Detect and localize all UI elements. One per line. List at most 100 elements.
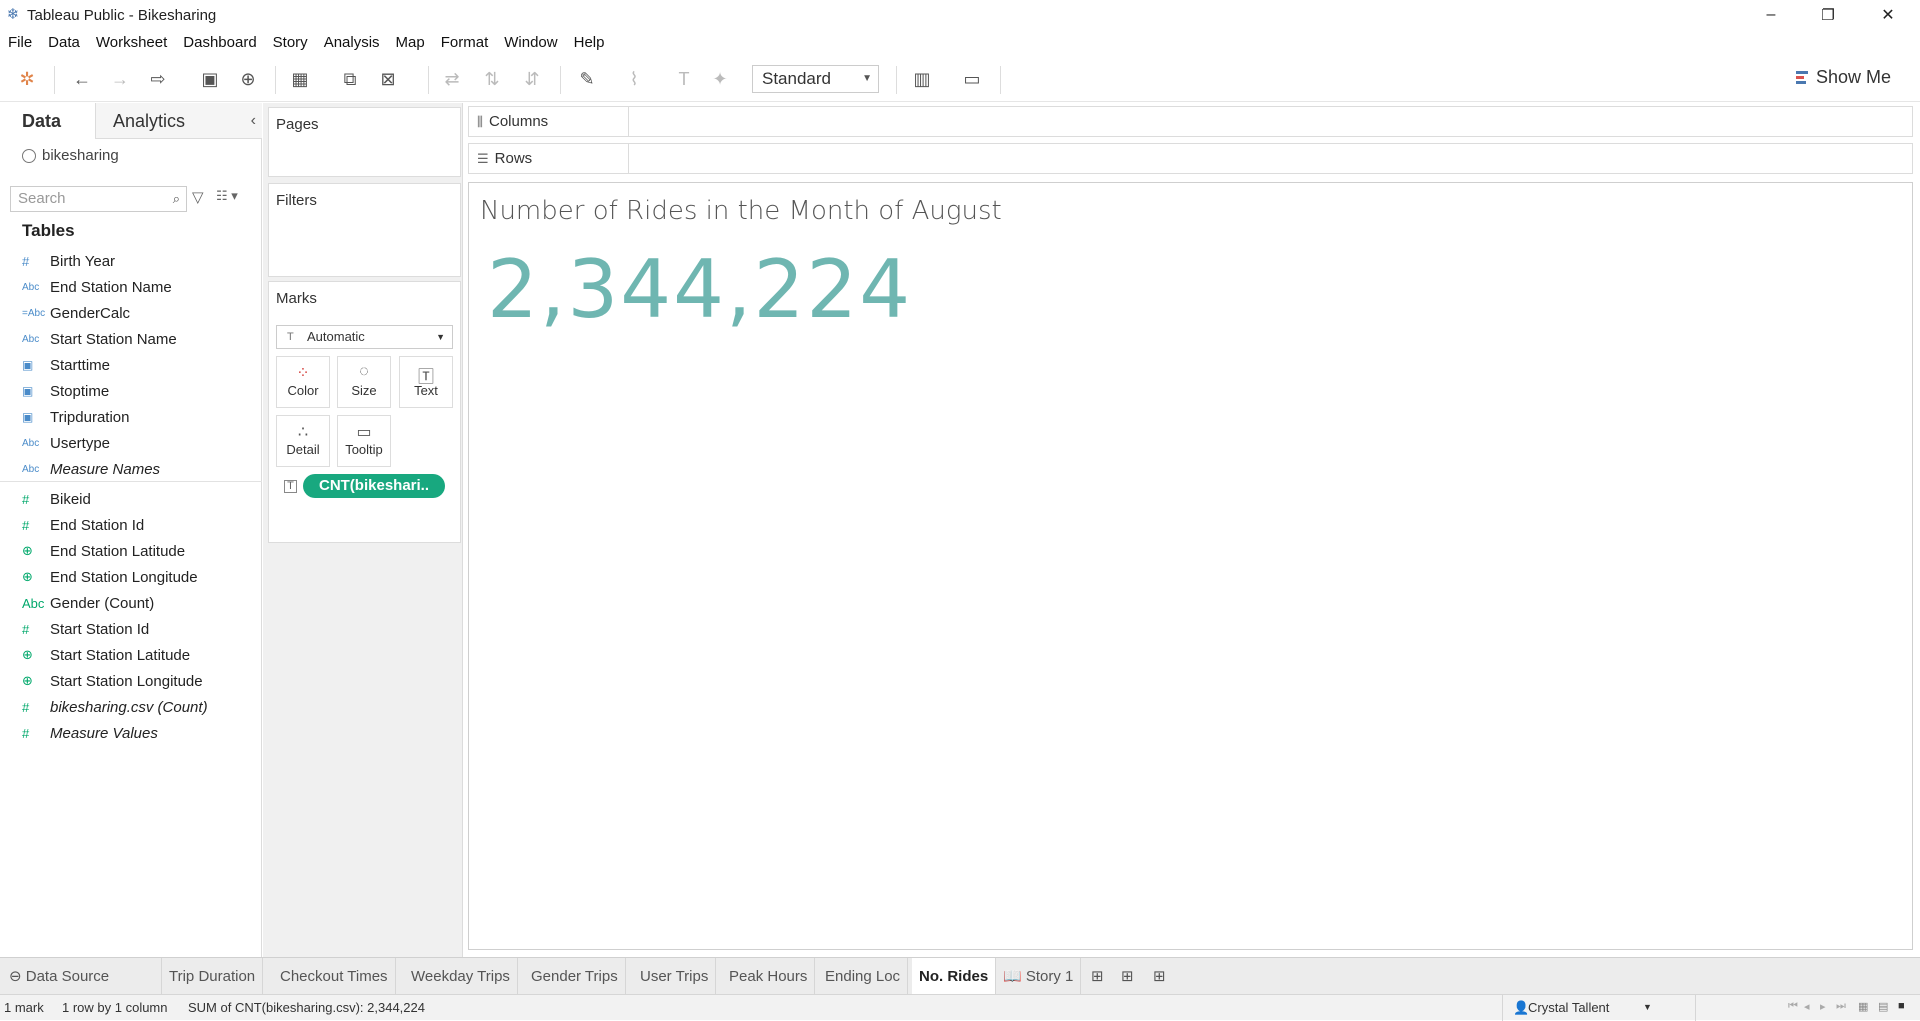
size-button[interactable]: ◌ Size (337, 356, 391, 408)
menu-bar: File Data Worksheet Dashboard Story Anal… (0, 30, 1920, 54)
menu-data[interactable]: Data (48, 34, 80, 51)
first-sheet-icon[interactable]: ⏮ (1788, 1000, 1798, 1013)
tab-checkout-times[interactable]: Checkout Times (273, 958, 396, 995)
field-item[interactable]: Abc Measure Names (0, 457, 262, 481)
user-menu[interactable]: 👤 Crystal Tallent ▼ (1502, 995, 1696, 1021)
tooltip-button[interactable]: ▭ Tooltip (337, 415, 391, 467)
big-number-text[interactable]: 2,344,224 (487, 243, 912, 336)
last-sheet-icon[interactable]: ⏭ (1836, 1000, 1846, 1013)
sort-ascending-icon[interactable]: ⇅ (480, 67, 504, 91)
field-label: Measure Names (50, 460, 161, 478)
fit-dropdown[interactable]: Standard ▼ (752, 65, 879, 93)
status-dimensions: 1 row by 1 column (62, 1000, 168, 1015)
next-sheet-icon[interactable]: ▸ (1820, 1000, 1826, 1013)
collapse-pane-icon[interactable]: ‹ (251, 103, 256, 139)
redo-icon[interactable]: → (108, 67, 132, 91)
show-cards-icon[interactable]: ▥ (910, 67, 934, 91)
detail-button[interactable]: ∴ Detail (276, 415, 330, 467)
new-worksheet-tab-icon[interactable]: ⊞ (1084, 958, 1111, 995)
menu-worksheet[interactable]: Worksheet (96, 34, 167, 51)
tab-story-1[interactable]: 📖 Story 1 (996, 958, 1082, 995)
worksheet-view[interactable]: Number of Rides in the Month of August 2… (468, 182, 1913, 950)
menu-story[interactable]: Story (273, 34, 308, 51)
prev-sheet-icon[interactable]: ◂ (1804, 1000, 1810, 1013)
group-icon[interactable]: ⌇ (622, 67, 646, 91)
field-item[interactable]: Abc End Station Name (0, 275, 262, 299)
tab-weekday-trips[interactable]: Weekday Trips (404, 958, 518, 995)
columns-shelf[interactable]: ⫼ Columns (468, 106, 1913, 137)
field-item[interactable]: ⊕ Start Station Longitude (0, 669, 262, 693)
menu-format[interactable]: Format (441, 34, 489, 51)
field-item[interactable]: # Bikeid (0, 487, 262, 511)
tab-data-source[interactable]: ⊖ Data Source (2, 958, 162, 995)
tab-gender-trips[interactable]: Gender Trips (524, 958, 626, 995)
new-data-source-icon[interactable]: ⊕ (236, 67, 260, 91)
filters-card[interactable]: Filters (268, 183, 461, 277)
tab-ending-loc[interactable]: Ending Loc (818, 958, 909, 995)
swap-rows-columns-icon[interactable]: ⇄ (440, 67, 464, 91)
new-story-tab-icon[interactable]: ⊞ (1146, 958, 1173, 995)
tab-analytics[interactable]: Analytics ‹ (96, 103, 262, 138)
field-item[interactable]: Abc Usertype (0, 431, 262, 455)
menu-dashboard[interactable]: Dashboard (183, 34, 256, 51)
field-item[interactable]: ⊕ End Station Longitude (0, 565, 262, 589)
field-label: Start Station Id (50, 620, 150, 638)
close-button[interactable]: ✕ (1860, 0, 1916, 30)
field-item[interactable]: ▣ Tripduration (0, 405, 262, 429)
undo-icon[interactable]: ← (70, 67, 94, 91)
cnt-pill[interactable]: CNT(bikeshari.. (303, 474, 445, 498)
search-input[interactable]: Search ⌕ (10, 186, 187, 212)
clear-sheet-icon[interactable]: ⊠ (376, 67, 400, 91)
field-item[interactable]: ▣ Starttime (0, 353, 262, 377)
highlight-icon[interactable]: ✎ (575, 67, 599, 91)
number-type-icon: # (22, 517, 30, 533)
menu-analysis[interactable]: Analysis (324, 34, 380, 51)
menu-help[interactable]: Help (574, 34, 605, 51)
save-icon[interactable]: ▣ (198, 67, 222, 91)
menu-file[interactable]: File (8, 34, 32, 51)
rows-shelf[interactable]: ☰ Rows (468, 143, 1913, 174)
color-button[interactable]: ⁘ Color (276, 356, 330, 408)
duplicate-sheet-icon[interactable]: ⧉ (338, 67, 362, 91)
restore-button[interactable]: ❐ (1800, 0, 1856, 30)
filter-icon[interactable]: ▽ (192, 188, 204, 206)
tab-peak-hours[interactable]: Peak Hours (722, 958, 816, 995)
field-item[interactable]: Abc Start Station Name (0, 327, 262, 351)
tableau-home-icon[interactable]: ✲ (15, 67, 39, 91)
mark-type-dropdown[interactable]: T Automatic ▼ (276, 325, 453, 349)
field-item[interactable]: # End Station Id (0, 513, 262, 537)
field-item[interactable]: ⊕ Start Station Latitude (0, 643, 262, 667)
sort-descending-icon[interactable]: ⇵ (520, 67, 544, 91)
field-item[interactable]: # bikesharing.csv (Count) (0, 695, 262, 719)
field-item[interactable]: ⊕ End Station Latitude (0, 539, 262, 563)
filmstrip-icon[interactable]: ▤ (1878, 1000, 1888, 1013)
tab-no-rides[interactable]: No. Rides (912, 958, 997, 995)
tab-data[interactable]: Data (0, 103, 96, 139)
field-item[interactable]: # Start Station Id (0, 617, 262, 641)
field-item[interactable]: # Birth Year (0, 249, 262, 273)
sheet-sorter-icon[interactable]: ▦ (1858, 1000, 1868, 1013)
menu-window[interactable]: Window (504, 34, 557, 51)
field-item[interactable]: # Measure Values (0, 721, 262, 745)
show-labels-icon[interactable]: T (672, 67, 696, 91)
tab-user-trips[interactable]: User Trips (633, 958, 717, 995)
field-item[interactable]: Abc Gender (Count) (0, 591, 262, 615)
tabs-view-icon[interactable]: ■ (1898, 1000, 1905, 1012)
view-options-icon[interactable]: ☷ ▾ (216, 188, 238, 204)
field-item[interactable]: ▣ Stoptime (0, 379, 262, 403)
field-item[interactable]: =Abc GenderCalc (0, 301, 262, 325)
new-dashboard-tab-icon[interactable]: ⊞ (1114, 958, 1141, 995)
show-me-button[interactable]: Show Me (1796, 67, 1891, 88)
menu-map[interactable]: Map (396, 34, 425, 51)
replay-icon[interactable]: ⇨ (146, 67, 170, 91)
pin-icon[interactable]: ✦ (708, 67, 732, 91)
data-source-item[interactable]: bikesharing (22, 147, 119, 164)
field-label: Tripduration (50, 408, 130, 426)
text-button[interactable]: 🅃 Text (399, 356, 453, 408)
presentation-mode-icon[interactable]: ▭ (960, 67, 984, 91)
minimize-button[interactable]: – (1743, 0, 1799, 30)
tab-trip-duration[interactable]: Trip Duration (162, 958, 264, 995)
pages-card[interactable]: Pages (268, 107, 461, 177)
new-worksheet-icon[interactable]: ▦ (288, 67, 312, 91)
detail-icon: ∴ (297, 424, 309, 441)
